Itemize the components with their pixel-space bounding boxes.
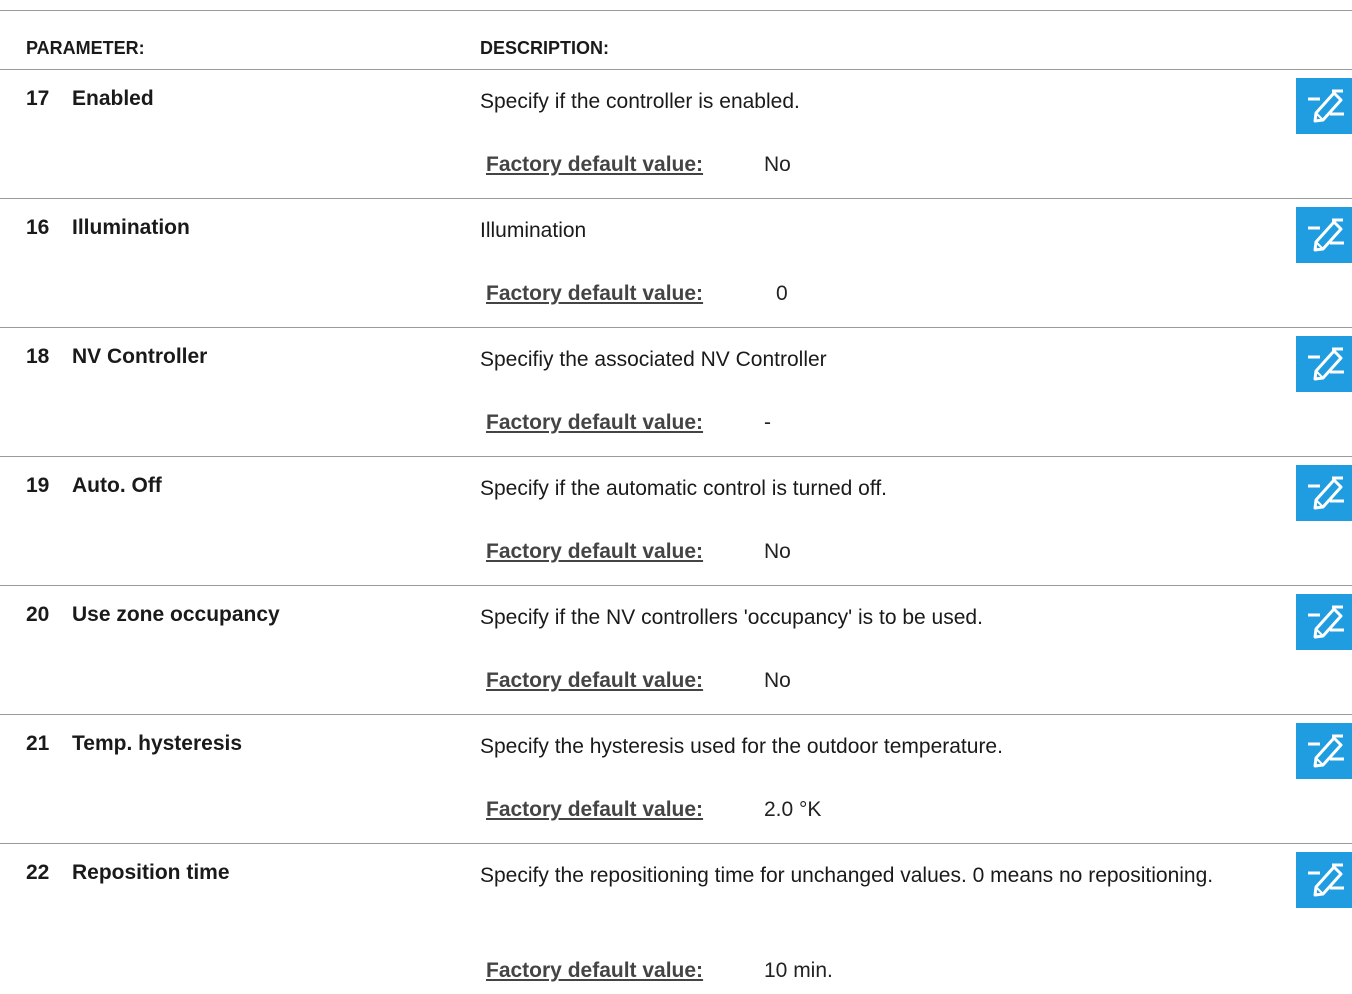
factory-default: Factory default value: No	[486, 539, 791, 565]
factory-default-label: Factory default value:	[486, 153, 704, 176]
edit-pencil-icon	[1308, 863, 1344, 897]
factory-default-label: Factory default value:	[486, 411, 704, 434]
parameter-name: 22 Reposition time	[26, 860, 230, 886]
parameter-number: 16	[26, 216, 50, 239]
factory-default: Factory default value: 0	[486, 281, 788, 307]
parameter-name: 18 NV Controller	[26, 344, 207, 370]
table-header: PARAMETER: DESCRIPTION:	[0, 11, 1352, 70]
edit-pencil-icon	[1308, 89, 1344, 123]
factory-default-value: No	[764, 153, 791, 176]
edit-pencil-icon	[1308, 218, 1344, 252]
factory-default-value: 0	[776, 282, 788, 305]
parameter-label: Enabled	[72, 87, 154, 110]
parameter-description: Illumination	[480, 219, 587, 242]
parameter-description: Specify if the automatic control is turn…	[480, 477, 887, 500]
parameter-column-header: PARAMETER:	[26, 38, 145, 58]
edit-button[interactable]	[1296, 207, 1352, 263]
edit-button[interactable]	[1296, 852, 1352, 908]
parameter-label: Auto. Off	[72, 474, 162, 497]
factory-default-value: No	[764, 540, 791, 563]
factory-default: Factory default value: 2.0 °K	[486, 797, 821, 823]
factory-default: Factory default value: No	[486, 152, 791, 178]
table-row: 17 Enabled Specify if the controller is e…	[0, 70, 1352, 199]
table-row: 16 Illumination Illumination Factory defa…	[0, 199, 1352, 328]
parameter-number: 22	[26, 861, 50, 884]
parameter-name: 16 Illumination	[26, 215, 190, 241]
edit-button[interactable]	[1296, 465, 1352, 521]
parameter-description: Specify if the NV controllers 'occupancy…	[480, 606, 983, 629]
parameter-name: 21 Temp. hysteresis	[26, 731, 242, 757]
parameter-description: Specify if the controller is enabled.	[480, 90, 800, 113]
parameter-number: 20	[26, 603, 50, 626]
table-row: 21 Temp. hysteresis Specify the hysteresi…	[0, 715, 1352, 844]
edit-pencil-icon	[1308, 734, 1344, 768]
edit-button[interactable]	[1296, 336, 1352, 392]
edit-button[interactable]	[1296, 594, 1352, 650]
edit-button[interactable]	[1296, 78, 1352, 134]
edit-pencil-icon	[1308, 605, 1344, 639]
factory-default: Factory default value: -	[486, 410, 771, 436]
parameter-number: 18	[26, 345, 50, 368]
factory-default: Factory default value: No	[486, 668, 791, 694]
edit-pencil-icon	[1308, 476, 1344, 510]
factory-default-value: 10 min.	[764, 959, 833, 982]
parameter-description: Specifiy the associated NV Controller	[480, 348, 827, 371]
parameter-table: PARAMETER: DESCRIPTION: 17 Enabled Specif…	[0, 10, 1352, 994]
factory-default-label: Factory default value:	[486, 798, 704, 821]
parameter-label: NV Controller	[72, 345, 208, 368]
table-row: 20 Use zone occupancy Specify if the NV c…	[0, 586, 1352, 715]
table-row: 19 Auto. Off Specify if the automatic con…	[0, 457, 1352, 586]
parameter-label: Illumination	[72, 216, 190, 239]
factory-default-label: Factory default value:	[486, 959, 704, 982]
factory-default-label: Factory default value:	[486, 540, 704, 563]
parameter-name: 20 Use zone occupancy	[26, 602, 280, 628]
factory-default-value: -	[764, 411, 771, 434]
table-row: 22 Reposition time Specify the reposition…	[0, 844, 1352, 994]
parameter-description: Specify the hysteresis used for the outd…	[480, 735, 1003, 758]
factory-default-label: Factory default value:	[486, 282, 704, 305]
description-column-header: DESCRIPTION:	[480, 38, 610, 58]
factory-default-value: No	[764, 669, 791, 692]
parameter-number: 19	[26, 474, 50, 497]
parameter-label: Use zone occupancy	[72, 603, 280, 626]
parameter-name: 19 Auto. Off	[26, 473, 162, 499]
factory-default-label: Factory default value:	[486, 669, 704, 692]
factory-default: Factory default value: 10 min.	[486, 958, 833, 984]
edit-button[interactable]	[1296, 723, 1352, 779]
parameter-number: 21	[26, 732, 50, 755]
parameter-description: Specify the repositioning time for uncha…	[480, 864, 1214, 887]
table-row: 18 NV Controller Specifiy the associated …	[0, 328, 1352, 457]
edit-pencil-icon	[1308, 347, 1344, 381]
parameter-number: 17	[26, 87, 50, 110]
parameter-label: Reposition time	[72, 861, 230, 884]
factory-default-value: 2.0 °K	[764, 798, 822, 821]
parameter-name: 17 Enabled	[26, 86, 154, 112]
parameter-label: Temp. hysteresis	[72, 732, 243, 755]
